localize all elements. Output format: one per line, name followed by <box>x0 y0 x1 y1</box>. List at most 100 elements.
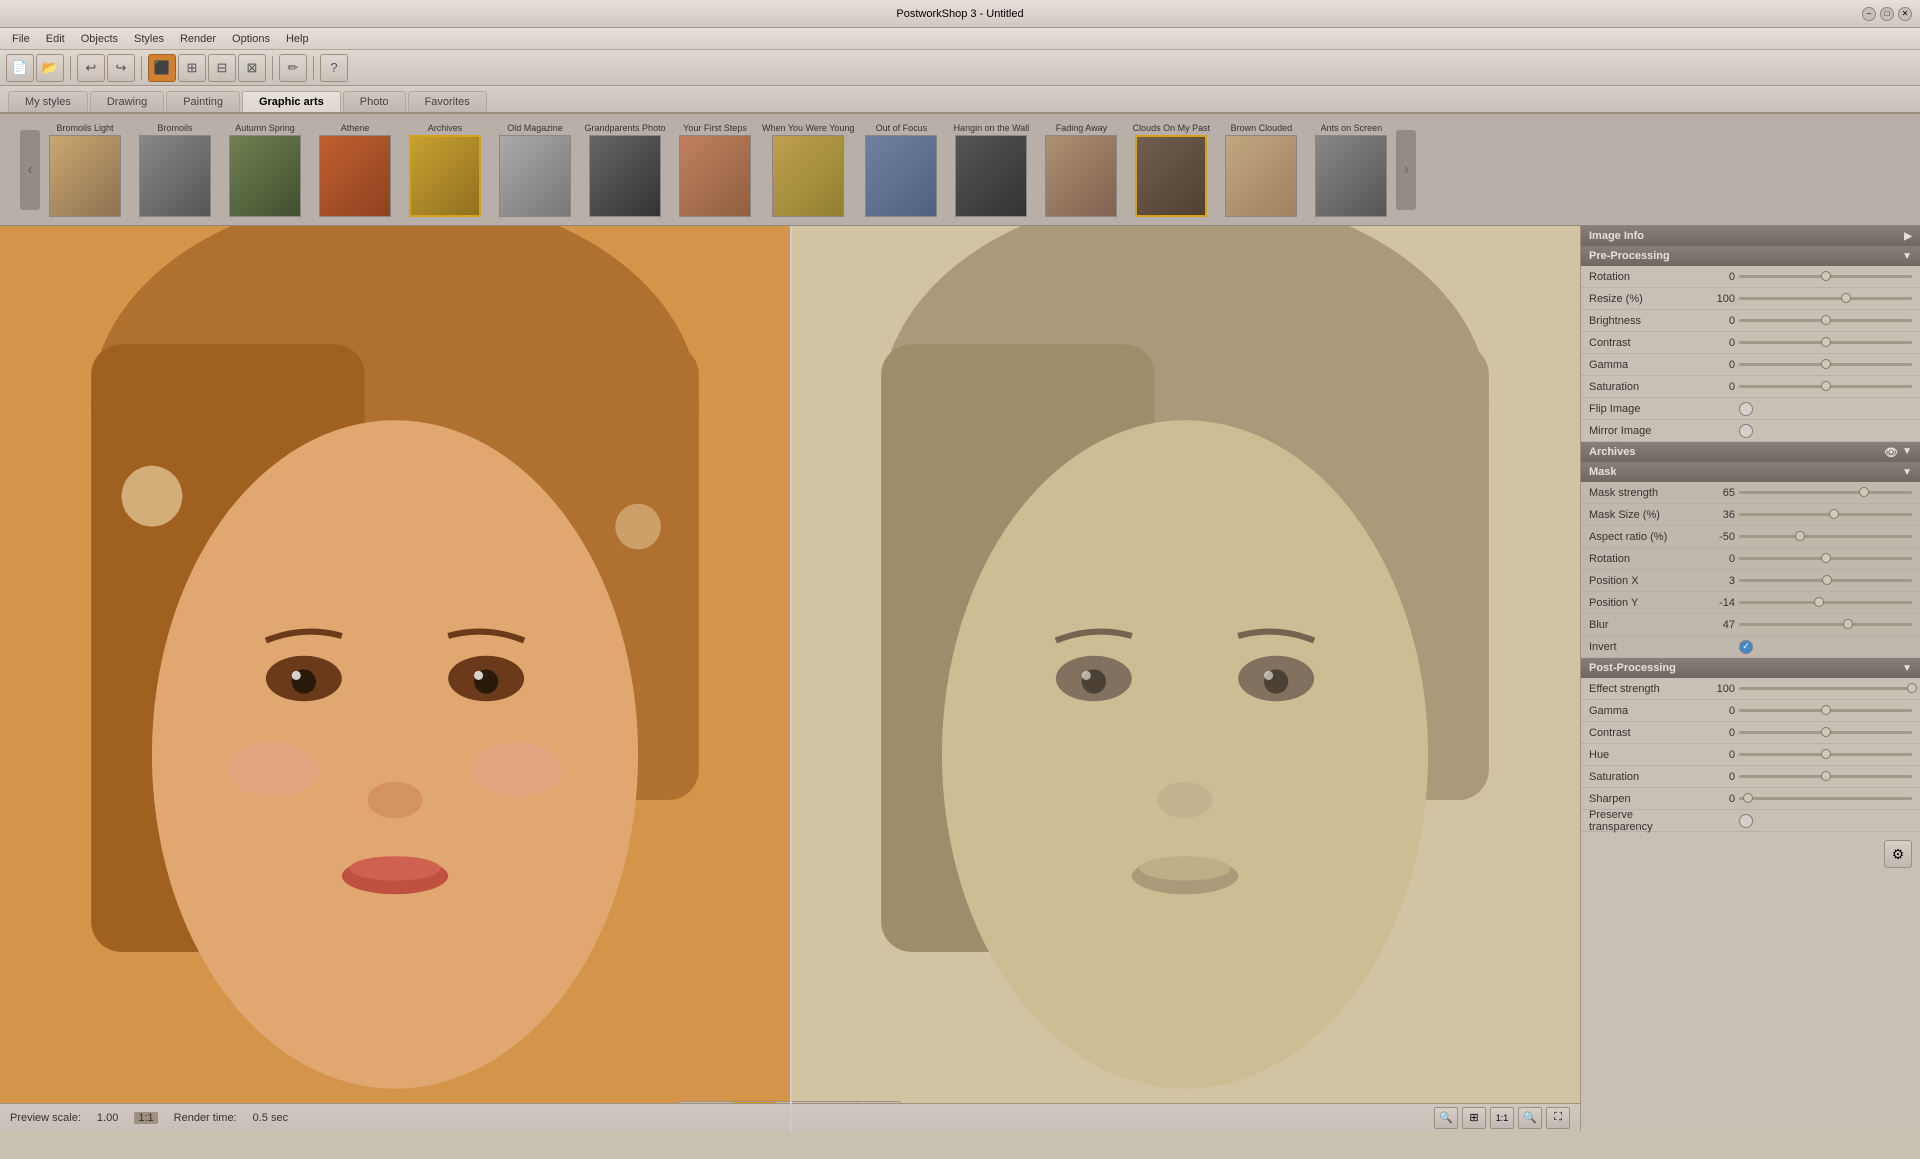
tab-photo[interactable]: Photo <box>343 91 406 112</box>
zoom-out-button[interactable]: 🔍 <box>1434 1107 1458 1129</box>
style-athene[interactable]: Athene <box>310 121 400 219</box>
archives-header[interactable]: Archives 👁 ▼ <box>1581 442 1920 462</box>
right-panel: Image Info ▶ Pre-Processing ▼ Rotation 0… <box>1580 226 1920 1131</box>
gamma-post-row: Gamma 0 <box>1581 700 1920 722</box>
scroll-right-arrow[interactable]: › <box>1396 130 1416 210</box>
hue-slider[interactable] <box>1739 753 1912 756</box>
flip-image-row: Flip Image <box>1581 398 1920 420</box>
image-info-header[interactable]: Image Info ▶ <box>1581 226 1920 246</box>
contrast-post-slider[interactable] <box>1739 731 1912 734</box>
tab-my-styles[interactable]: My styles <box>8 91 88 112</box>
zoom-100-button[interactable]: 1:1 <box>1490 1107 1514 1129</box>
scroll-left-arrow[interactable]: ‹ <box>20 130 40 210</box>
tab-painting[interactable]: Painting <box>166 91 240 112</box>
contrast-pre-slider[interactable] <box>1739 341 1912 344</box>
style-ants-on-screen[interactable]: Ants on Screen <box>1306 121 1396 219</box>
effect-strength-slider[interactable] <box>1739 687 1912 690</box>
brightness-slider[interactable] <box>1739 319 1912 322</box>
tab-favorites[interactable]: Favorites <box>408 91 487 112</box>
new-button[interactable]: 📄 <box>6 54 34 82</box>
full-screen-button[interactable]: ⛶ <box>1546 1107 1570 1129</box>
post-processing-header[interactable]: Post-Processing ▼ <box>1581 658 1920 678</box>
aspect-ratio-slider[interactable] <box>1739 535 1912 538</box>
menu-file[interactable]: File <box>4 31 38 47</box>
redo-button[interactable]: ↪ <box>107 54 135 82</box>
mask-strength-slider[interactable] <box>1739 491 1912 494</box>
invert-checkbox[interactable]: ✓ <box>1739 640 1753 654</box>
brush-button[interactable]: ✏ <box>279 54 307 82</box>
archives-icons: 👁 ▼ <box>1884 446 1912 459</box>
style-archives[interactable]: Archives <box>400 121 490 219</box>
menu-options[interactable]: Options <box>224 31 278 47</box>
help-button[interactable]: ? <box>320 54 348 82</box>
menu-styles[interactable]: Styles <box>126 31 172 47</box>
mask-size-slider[interactable] <box>1739 513 1912 516</box>
maximize-button[interactable]: □ <box>1880 7 1894 21</box>
archives-eye-icon[interactable]: 👁 <box>1884 446 1898 459</box>
mask-rotation-slider[interactable] <box>1739 557 1912 560</box>
canvas-area: Before Split Side-by-side After Preview … <box>0 226 1580 1131</box>
menu-render[interactable]: Render <box>172 31 224 47</box>
style-bromoils-light[interactable]: Bromoils Light <box>40 121 130 219</box>
style-clouds-on-my-past[interactable]: Clouds On My Past <box>1126 121 1216 219</box>
mask-header[interactable]: Mask ▼ <box>1581 462 1920 482</box>
blur-slider[interactable] <box>1739 623 1912 626</box>
resize-thumb <box>1841 293 1851 303</box>
style-when-you-were-young[interactable]: When You Were Young <box>760 121 856 219</box>
style-out-of-focus[interactable]: Out of Focus <box>856 121 946 219</box>
flip-image-checkbox[interactable] <box>1739 402 1753 416</box>
saturation-pre-slider[interactable] <box>1739 385 1912 388</box>
style-hangin-on-the-wall[interactable]: Hangin on the Wall <box>946 121 1036 219</box>
sharpen-row: Sharpen 0 <box>1581 788 1920 810</box>
face-svg-before <box>0 226 790 1131</box>
open-button[interactable]: 📂 <box>36 54 64 82</box>
tab-graphic-arts[interactable]: Graphic arts <box>242 91 341 112</box>
preview-label: Preview scale: <box>10 1112 81 1124</box>
grid3-button[interactable]: ⊠ <box>238 54 266 82</box>
grid-button[interactable]: ⊞ <box>178 54 206 82</box>
mask-chevron: ▼ <box>1902 467 1912 478</box>
canvas-image <box>0 226 1580 1131</box>
post-processing-chevron: ▼ <box>1902 663 1912 674</box>
blur-row: Blur 47 <box>1581 614 1920 636</box>
mask-size-row: Mask Size (%) 36 <box>1581 504 1920 526</box>
sep1 <box>70 56 71 80</box>
grid2-button[interactable]: ⊟ <box>208 54 236 82</box>
tab-drawing[interactable]: Drawing <box>90 91 164 112</box>
style-grandparents-photo[interactable]: Grandparents Photo <box>580 121 670 219</box>
select-button[interactable]: ⬛ <box>148 54 176 82</box>
sep3 <box>272 56 273 80</box>
rotation-slider[interactable] <box>1739 275 1912 278</box>
undo-button[interactable]: ↩ <box>77 54 105 82</box>
zoom-in-button[interactable]: 🔍 <box>1518 1107 1542 1129</box>
saturation-post-slider[interactable] <box>1739 775 1912 778</box>
position-y-row: Position Y -14 <box>1581 592 1920 614</box>
pre-processing-header[interactable]: Pre-Processing ▼ <box>1581 246 1920 266</box>
gamma-pre-slider[interactable] <box>1739 363 1912 366</box>
style-autumn-spring[interactable]: Autumn Spring <box>220 121 310 219</box>
hue-row: Hue 0 <box>1581 744 1920 766</box>
rotation-row: Rotation 0 <box>1581 266 1920 288</box>
style-old-magazine[interactable]: Old Magazine <box>490 121 580 219</box>
close-button[interactable]: ✕ <box>1898 7 1912 21</box>
sharpen-slider[interactable] <box>1739 797 1912 800</box>
minimize-button[interactable]: – <box>1862 7 1876 21</box>
mirror-image-checkbox[interactable] <box>1739 424 1753 438</box>
menu-objects[interactable]: Objects <box>73 31 126 47</box>
menu-edit[interactable]: Edit <box>38 31 73 47</box>
style-your-first-steps[interactable]: Your First Steps <box>670 121 760 219</box>
fit-page-button[interactable]: ⊞ <box>1462 1107 1486 1129</box>
sep4 <box>313 56 314 80</box>
ratio-label[interactable]: 1:1 <box>134 1112 157 1124</box>
style-fading-away[interactable]: Fading Away <box>1036 121 1126 219</box>
style-bromoils[interactable]: Bromoils <box>130 121 220 219</box>
pre-processing-chevron: ▼ <box>1902 251 1912 262</box>
resize-slider[interactable] <box>1739 297 1912 300</box>
menu-help[interactable]: Help <box>278 31 317 47</box>
style-brown-clouded[interactable]: Brown Clouded <box>1216 121 1306 219</box>
gamma-post-slider[interactable] <box>1739 709 1912 712</box>
settings-button[interactable]: ⚙ <box>1884 840 1912 868</box>
position-x-slider[interactable] <box>1739 579 1912 582</box>
position-y-slider[interactable] <box>1739 601 1912 604</box>
preserve-transparency-checkbox[interactable] <box>1739 814 1753 828</box>
